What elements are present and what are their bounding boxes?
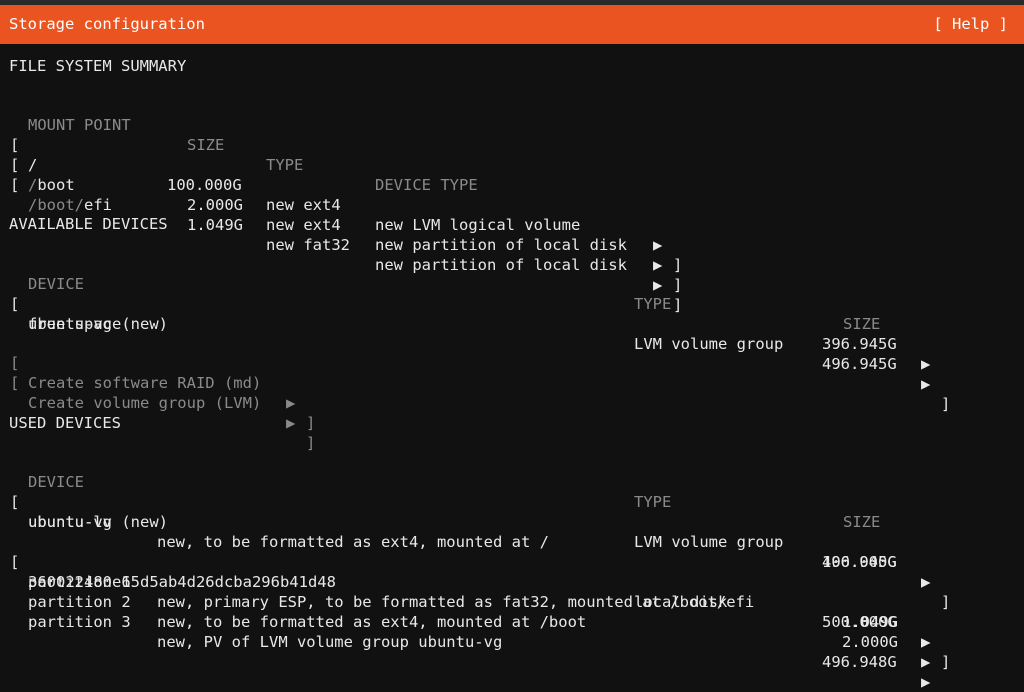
used-vg-row[interactable]: [ ubuntu-vg (new) LVM volume group 496.9… <box>0 472 1024 611</box>
col-size: SIZE <box>843 315 881 333</box>
create-lvm-button[interactable]: [ Create volume group (LVM) ▶ ] <box>0 353 1024 452</box>
used-devices-header: DEVICE TYPE SIZE <box>0 452 1024 531</box>
partition-size: 1.049G <box>842 613 898 631</box>
partition-size: 496.948G <box>822 653 897 671</box>
disk-row[interactable]: [ 360022480e65d5ab4d26dcba296b41d48 loca… <box>0 532 1024 671</box>
fs-device-type: new LVM logical volume <box>375 216 581 234</box>
arrow-right-icon[interactable]: ▶ <box>921 374 930 394</box>
free-space-label: free space <box>28 315 122 333</box>
fs-size: 100.000G <box>167 176 242 194</box>
lv-name: ubuntu-lv <box>28 513 112 531</box>
logical-volume-row[interactable]: ubuntu-lv new, to be formatted as ext4, … <box>0 492 1024 591</box>
mount-point: /boot <box>28 176 75 194</box>
fs-row[interactable]: [ / 100.000G new ext4 new LVM logical vo… <box>0 115 1024 274</box>
available-devices-header: DEVICE TYPE SIZE <box>0 254 1024 333</box>
fs-row[interactable]: [ /boot/efi 1.049G new fat32 new partiti… <box>0 155 1024 314</box>
used-devices-heading: USED DEVICES <box>9 414 121 432</box>
partition-size: 2.000G <box>842 633 898 651</box>
partition-row[interactable]: partition 3 new, PV of LVM volume group … <box>0 592 1024 691</box>
fs-summary-header: MOUNT POINT SIZE TYPE DEVICE TYPE <box>0 95 1024 194</box>
row-close-bracket: ] <box>941 653 951 671</box>
help-button[interactable]: [ Help ] <box>933 15 1008 33</box>
fs-device-type: new partition of local disk <box>375 236 627 254</box>
arrow-right-icon[interactable]: ▶ <box>921 672 930 692</box>
col-size: SIZE <box>843 513 881 531</box>
arrow-right-icon[interactable]: ▶ <box>653 235 662 255</box>
fs-row[interactable]: [ /boot 2.000G new ext4 new partition of… <box>0 135 1024 294</box>
free-space-row[interactable]: free space 396.945G ▶ <box>0 294 1024 373</box>
row-close-bracket: ] <box>306 414 316 432</box>
mount-point: /boot/efi <box>28 196 112 214</box>
row-close-bracket: ] <box>306 434 316 452</box>
fs-type: new fat32 <box>266 236 350 254</box>
title-bar: Storage configuration [ Help ] <box>0 5 1024 44</box>
fs-type: new ext4 <box>266 196 341 214</box>
partition-description: new, PV of LVM volume group ubuntu-vg <box>157 633 503 651</box>
available-devices-heading: AVAILABLE DEVICES <box>9 215 168 233</box>
arrow-right-icon: ▶ <box>286 414 296 432</box>
partition-name: partition 3 <box>28 613 131 631</box>
create-lvm-label: Create volume group (LVM) <box>28 394 262 412</box>
partition-row[interactable]: partition 2 new, to be formatted as ext4… <box>0 572 1024 671</box>
col-device-type: DEVICE TYPE <box>375 176 478 194</box>
fs-size: 1.049G <box>187 216 243 234</box>
partition-description: new, to be formatted as ext4, mounted at… <box>157 613 587 631</box>
row-open-bracket: [ <box>10 374 20 392</box>
fs-summary-heading: FILE SYSTEM SUMMARY <box>9 57 187 75</box>
arrow-right-icon[interactable]: ▶ <box>921 652 930 672</box>
partition-row[interactable]: partition 1 new, primary ESP, to be form… <box>0 552 1024 651</box>
screen-title: Storage configuration <box>9 15 205 33</box>
fs-type: new ext4 <box>266 216 341 234</box>
row-close-bracket: ] <box>941 395 951 413</box>
fs-size: 2.000G <box>187 196 243 214</box>
row-open-bracket: [ <box>10 176 20 194</box>
arrow-right-icon[interactable]: ▶ <box>921 632 930 652</box>
create-raid-label: Create software RAID (md) <box>28 374 262 392</box>
available-vg-row[interactable]: [ ubuntu-vg (new) LVM volume group 496.9… <box>0 274 1024 413</box>
arrow-right-icon: ▶ <box>286 394 296 412</box>
create-raid-button[interactable]: [ Create software RAID (md) ▶ ] <box>0 333 1024 432</box>
